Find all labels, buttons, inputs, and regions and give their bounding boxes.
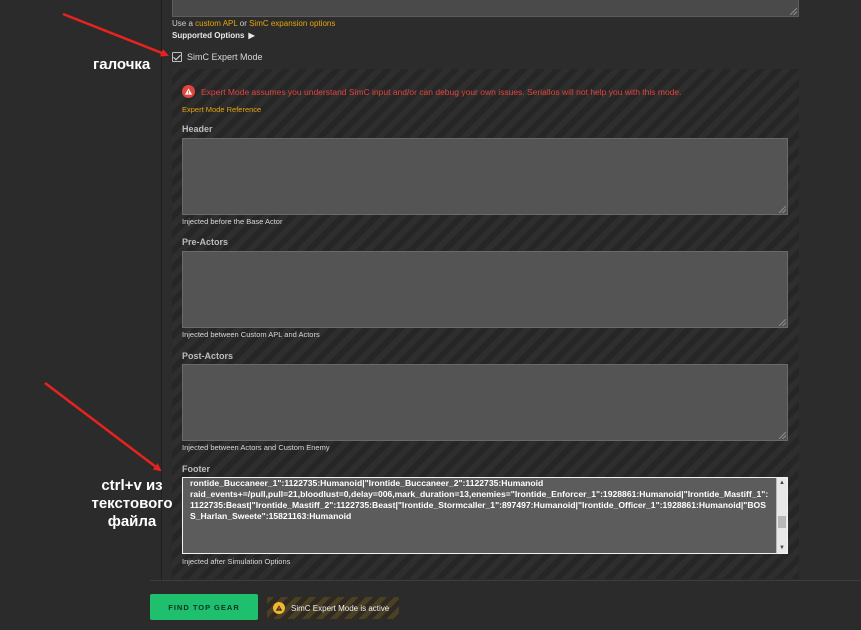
- expert-warning-text: Expert Mode assumes you understand SimC …: [201, 86, 682, 97]
- paste-annotation-line2: текстового: [91, 495, 173, 512]
- expert-mode-label: SimC Expert Mode: [187, 52, 263, 62]
- scroll-down-icon[interactable]: ▼: [777, 543, 787, 553]
- footer-help: Injected after Simulation Options: [182, 557, 291, 566]
- custom-apl-link[interactable]: custom APL: [195, 19, 237, 28]
- expert-mode-active-text: SimC Expert Mode is active: [291, 603, 390, 613]
- main-panel: Use a custom APL or SimC expansion optio…: [162, 0, 861, 580]
- caret-right-icon: ▶: [248, 31, 255, 40]
- header-label: Header: [182, 124, 213, 134]
- header-help: Injected before the Base Actor: [182, 217, 283, 226]
- footer-scrollbar[interactable]: ▲ ▼: [776, 478, 787, 553]
- post-actors-textarea[interactable]: [182, 364, 788, 441]
- paste-annotation-line3: файла: [107, 513, 157, 530]
- expert-mode-active-badge: SimC Expert Mode is active: [267, 597, 400, 619]
- footer-textarea-value: rontide_Buccaneer_1":1122735:Humanoid|"I…: [190, 478, 769, 521]
- simc-expansion-options-link[interactable]: SimC expansion options: [249, 19, 335, 28]
- apl-textarea[interactable]: [172, 0, 799, 17]
- expert-mode-checkbox[interactable]: [172, 52, 182, 62]
- pre-actors-help: Injected between Custom APL and Actors: [182, 330, 320, 339]
- post-actors-label: Post-Actors: [182, 351, 234, 361]
- apl-or: or: [237, 19, 250, 28]
- alert-icon: [182, 85, 195, 98]
- resize-grip-icon[interactable]: [790, 8, 797, 15]
- footer-textarea[interactable]: rontide_Buccaneer_1":1122735:Humanoid|"I…: [182, 477, 788, 554]
- warning-icon: [273, 602, 285, 614]
- apl-prefix: Use a: [172, 19, 196, 28]
- resize-grip-icon[interactable]: [779, 319, 786, 326]
- header-textarea[interactable]: [182, 138, 788, 215]
- apl-hint: Use a custom APL or SimC expansion optio…: [172, 19, 335, 28]
- expert-mode-row[interactable]: SimC Expert Mode: [172, 52, 263, 62]
- resize-grip-icon[interactable]: [779, 206, 786, 213]
- paste-annotation-line1: ctrl+v из: [101, 477, 163, 494]
- expert-mode-reference-link[interactable]: Expert Mode Reference: [182, 105, 261, 114]
- scroll-thumb[interactable]: [778, 516, 786, 528]
- scroll-up-icon[interactable]: ▲: [777, 478, 787, 488]
- expert-mode-panel: Expert Mode assumes you understand SimC …: [172, 69, 799, 579]
- expert-warning: Expert Mode assumes you understand SimC …: [182, 85, 682, 98]
- post-actors-help: Injected between Actors and Custom Enemy: [182, 443, 330, 452]
- footer-label: Footer: [182, 464, 210, 474]
- find-top-gear-button[interactable]: FIND TOP GEAR: [150, 594, 258, 620]
- resize-grip-icon[interactable]: [779, 432, 786, 439]
- checkbox-annotation: галочка: [93, 56, 151, 73]
- supported-options-label: Supported Options: [172, 31, 245, 40]
- paste-annotation: ctrl+v из текстового файла: [82, 477, 182, 531]
- bottom-action-bar: FIND TOP GEAR SimC Expert Mode is active: [150, 580, 861, 630]
- pre-actors-textarea[interactable]: [182, 251, 788, 328]
- supported-options-toggle[interactable]: Supported Options ▶: [172, 31, 255, 40]
- pre-actors-label: Pre-Actors: [182, 237, 229, 247]
